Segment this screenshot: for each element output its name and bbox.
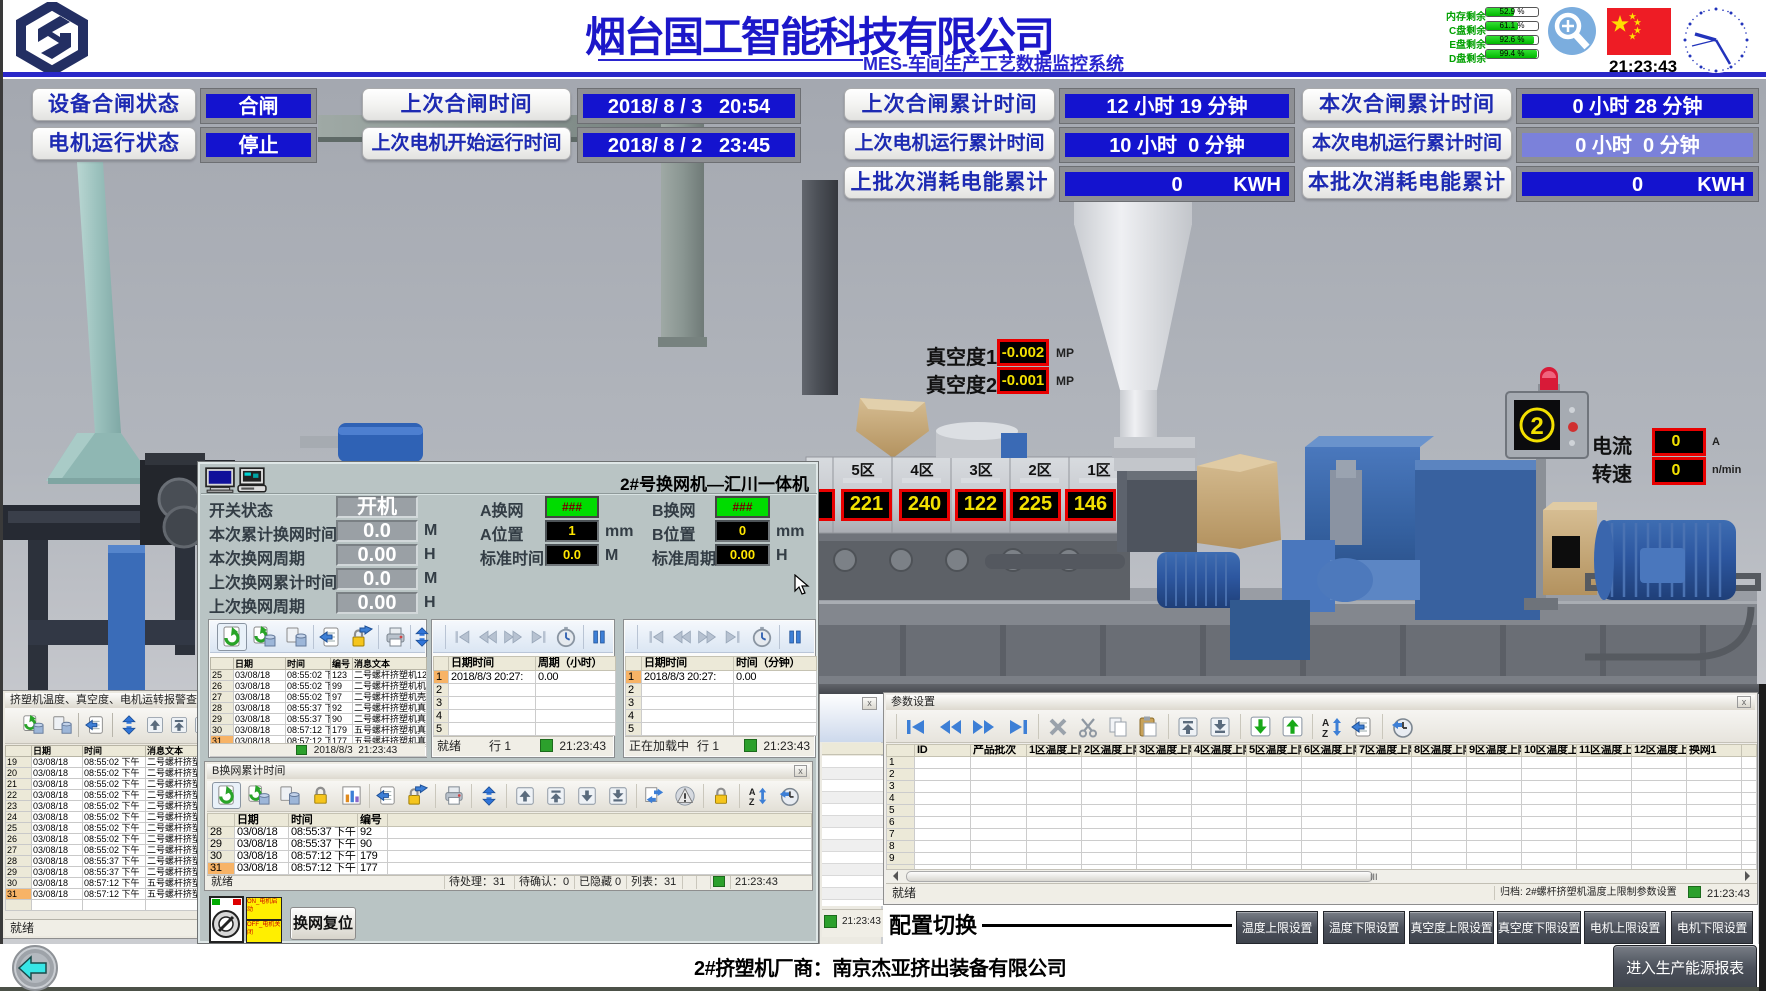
svg-text:2: 2 bbox=[1530, 413, 1543, 440]
